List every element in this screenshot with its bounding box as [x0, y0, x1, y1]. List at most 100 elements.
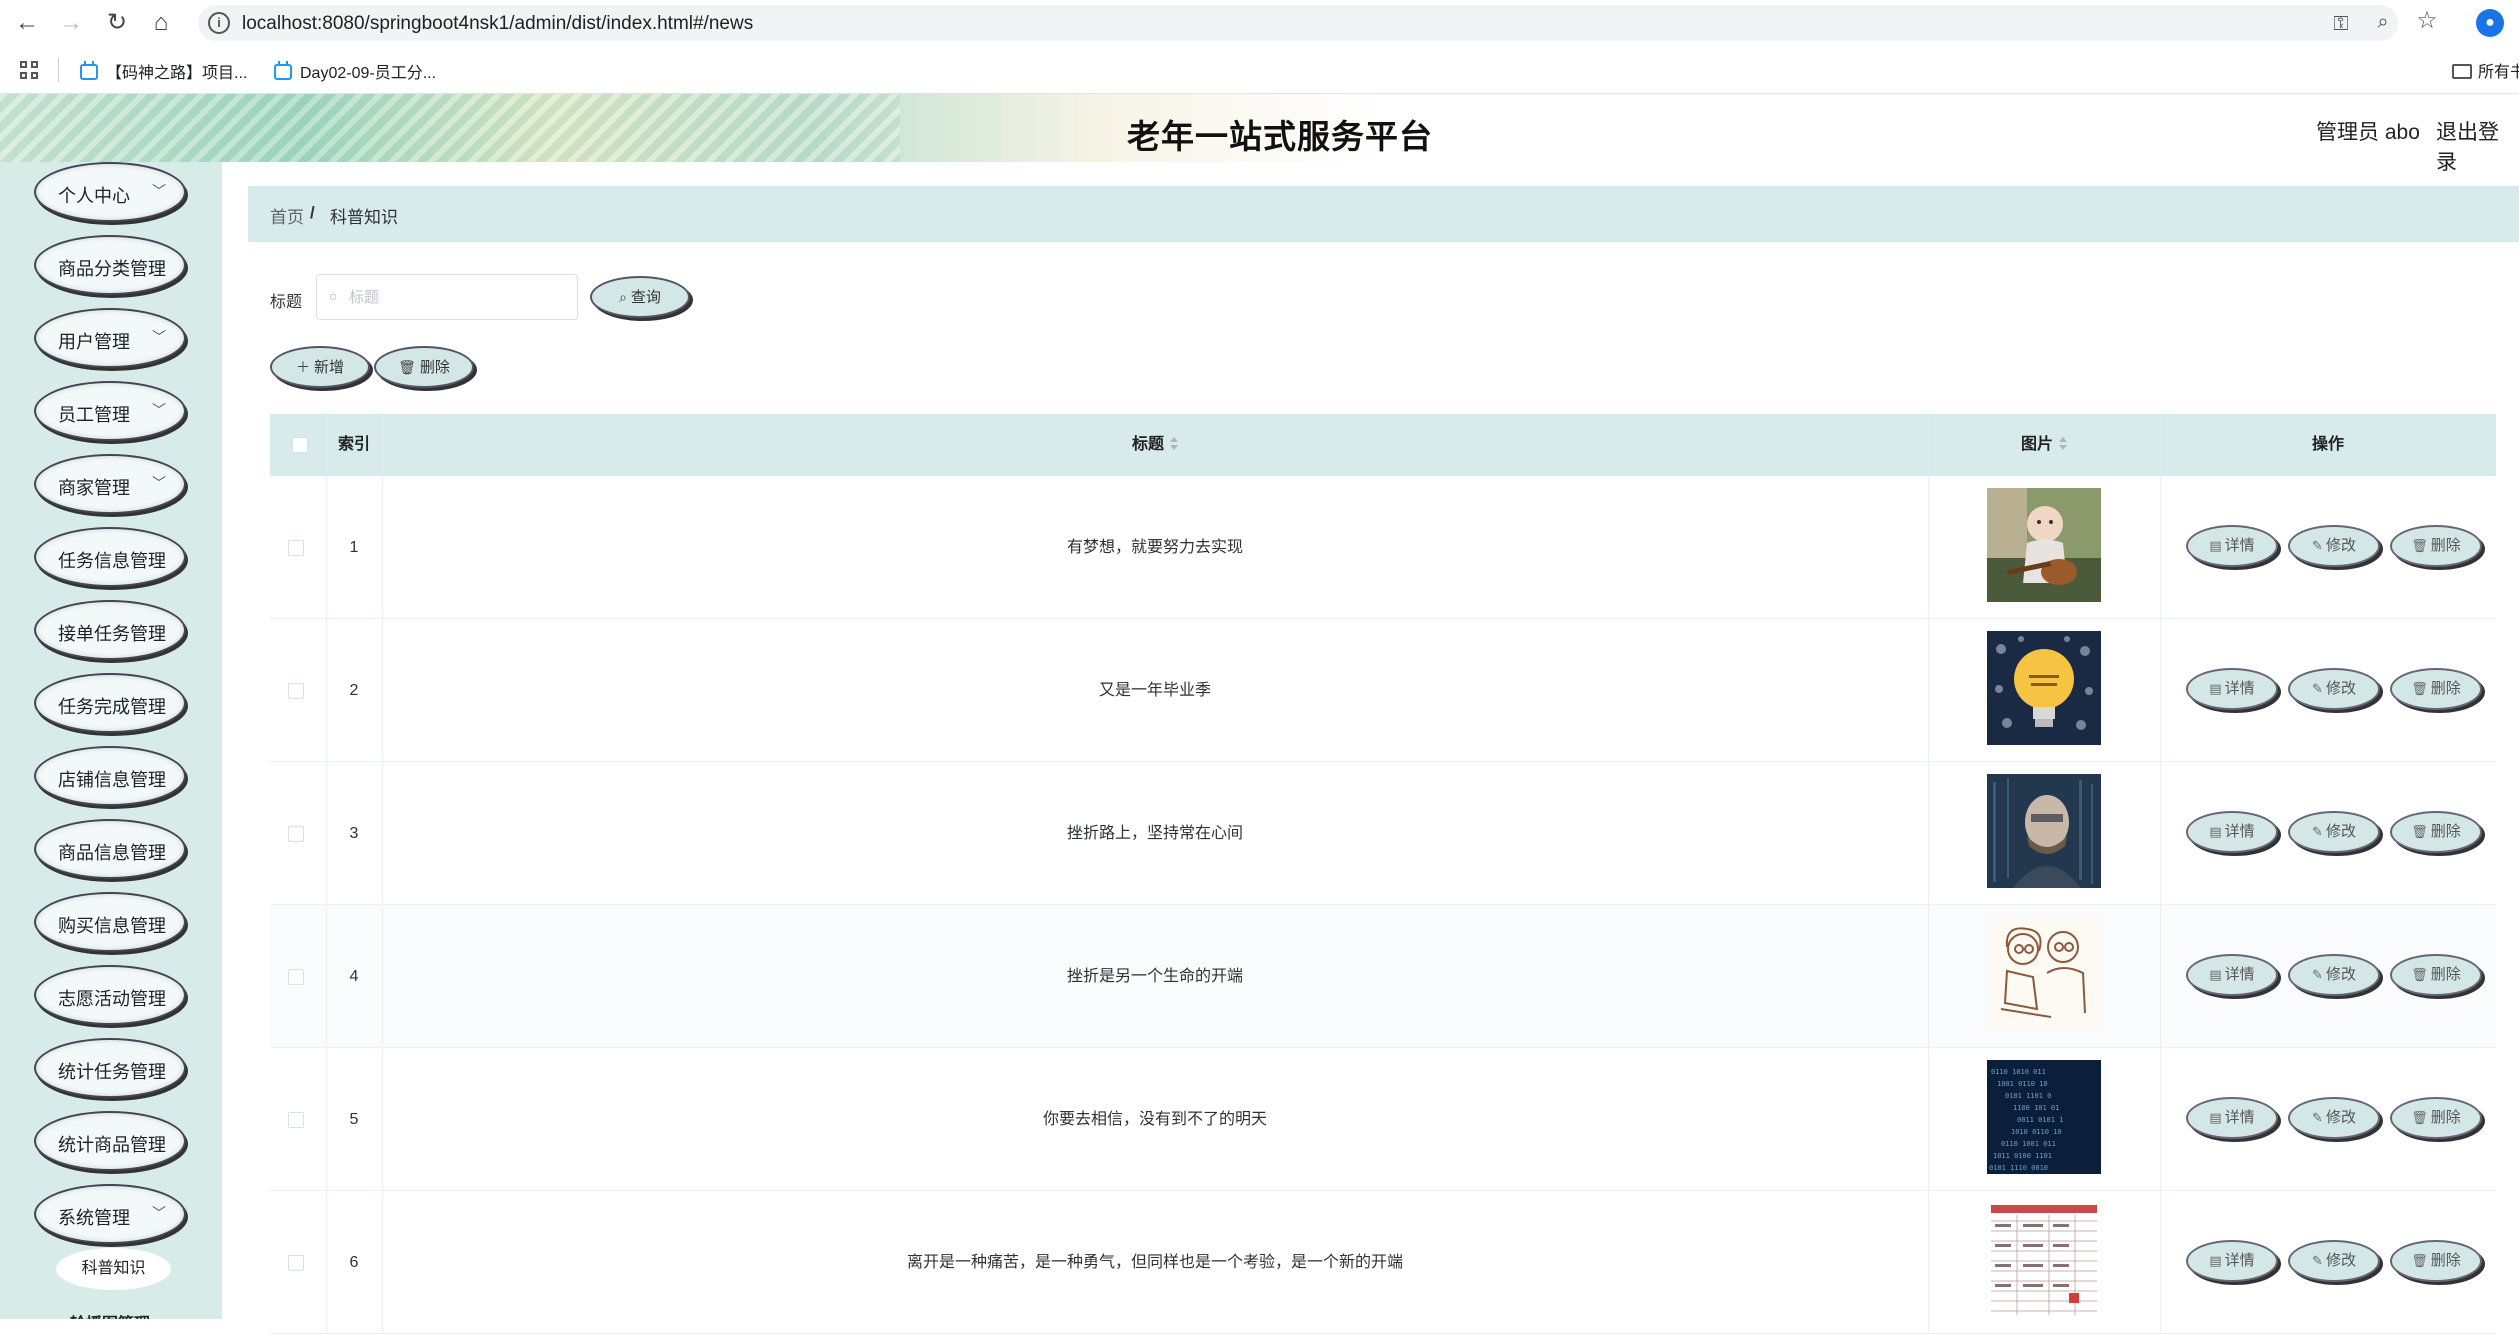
forward-icon[interactable]: → [56, 8, 86, 38]
edit-button[interactable]: ✎ 修改 [2288, 1240, 2380, 1282]
sidebar-item-system[interactable]: 系统管理 ﹀ [34, 1184, 186, 1244]
sidebar-item-task-complete[interactable]: 任务完成管理 [34, 673, 186, 733]
svg-text:1010 0110 10: 1010 0110 10 [2011, 1128, 2062, 1136]
column-header-image[interactable]: 图片 [1928, 414, 2160, 476]
binary-code-image[interactable]: 0110 1010 011 1001 0110 10 0101 1101 0 110… [1987, 1060, 2101, 1174]
sort-icon[interactable] [1170, 437, 1178, 451]
edit-button[interactable]: ✎ 修改 [2288, 811, 2380, 853]
sidebar-subitem-carousel[interactable]: 轮播图管理 [70, 1310, 150, 1319]
row-title: 挫折是另一个生命的开端 [1066, 968, 1243, 985]
delete-button[interactable]: 🗑 删除 [2390, 811, 2482, 853]
delete-button[interactable]: 🗑 删除 [2390, 954, 2482, 996]
url-text[interactable]: localhost:8080/springboot4nsk1/admin/dis… [242, 13, 753, 35]
row-checkbox[interactable] [288, 540, 304, 556]
breadcrumb-home[interactable]: 首页 [270, 203, 304, 228]
delete-button[interactable]: 🗑 删除 [2390, 668, 2482, 710]
column-divider [1928, 762, 1929, 904]
delete-label: 删除 [2430, 1252, 2461, 1269]
sidebar-item-task-info[interactable]: 任务信息管理 [34, 527, 186, 587]
detail-button[interactable]: ▤ 详情 [2186, 1097, 2278, 1139]
lightbulb-image[interactable] [1987, 631, 2101, 745]
sidebar-item-label: 个人中心 [58, 186, 130, 206]
pencil-icon: ✎ [2312, 967, 2323, 982]
sort-icon[interactable] [2059, 437, 2067, 451]
sidebar-item-stat-product[interactable]: 统计商品管理 [34, 1111, 186, 1171]
column-divider [1928, 476, 1929, 618]
edit-button[interactable]: ✎ 修改 [2288, 668, 2380, 710]
home-icon[interactable]: ⌂ [146, 8, 176, 38]
breadcrumb: 首页 / 科普知识 [248, 186, 2519, 242]
sidebar-item-task-accept[interactable]: 接单任务管理 [34, 600, 186, 660]
bookmark-item[interactable]: Day02-09-员工分... [274, 59, 436, 83]
row-index: 1 [349, 539, 359, 556]
reload-icon[interactable]: ↻ [102, 8, 132, 38]
sidebar-item-category[interactable]: 商品分类管理 [34, 235, 186, 295]
select-all-checkbox[interactable] [292, 437, 308, 453]
sidebar-item-product-info[interactable]: 商品信息管理 [34, 819, 186, 879]
man-computer-image[interactable] [1987, 774, 2101, 888]
query-button[interactable]: ⌕ 查询 [590, 276, 690, 318]
edit-button[interactable]: ✎ 修改 [2288, 1097, 2380, 1139]
edit-label: 修改 [2325, 537, 2356, 554]
couple-sketch-image[interactable] [1987, 917, 2101, 1031]
zoom-icon[interactable]: ⌕ [2370, 11, 2396, 34]
data-sheet-image[interactable] [1987, 1203, 2101, 1317]
bulk-delete-button[interactable]: 🗑 删除 [374, 346, 474, 388]
chevron-down-icon: ﹀ [152, 402, 166, 418]
delete-button[interactable]: 🗑 删除 [2390, 525, 2482, 567]
pencil-icon: ✎ [2312, 1110, 2323, 1125]
detail-button[interactable]: ▤ 详情 [2186, 525, 2278, 567]
search-input[interactable] [349, 285, 569, 309]
chevron-down-icon: ﹀ [152, 475, 166, 491]
row-checkbox[interactable] [288, 826, 304, 842]
sidebar-subitem-science[interactable]: 科普知识 [56, 1248, 171, 1290]
profile-avatar-icon[interactable]: ● [2476, 9, 2504, 37]
star-icon[interactable]: ☆ [2414, 6, 2440, 35]
svg-text:0110 1001 011: 0110 1001 011 [2001, 1140, 2056, 1148]
detail-label: 详情 [2224, 823, 2255, 840]
add-button-label: 新增 [313, 359, 344, 376]
table-row: 4 挫折是另一个生命的开端 ▤ 详情 ✎ 修改 🗑 删除 [270, 905, 2496, 1048]
detail-button[interactable]: ▤ 详情 [2186, 668, 2278, 710]
delete-button[interactable]: 🗑 删除 [2390, 1240, 2482, 1282]
sidebar-item-merchants[interactable]: 商家管理 ﹀ [34, 454, 186, 514]
trash-icon: 🗑 [2411, 824, 2428, 839]
detail-button[interactable]: ▤ 详情 [2186, 1240, 2278, 1282]
add-button[interactable]: ＋新增 [270, 346, 370, 388]
chevron-down-icon: ﹀ [152, 183, 166, 199]
row-checkbox[interactable] [288, 1255, 304, 1271]
address-bar[interactable]: i localhost:8080/springboot4nsk1/admin/d… [198, 5, 2398, 41]
detail-button[interactable]: ▤ 详情 [2186, 811, 2278, 853]
site-info-icon[interactable]: i [208, 12, 230, 34]
back-icon[interactable]: ← [12, 8, 42, 38]
delete-label: 删除 [2430, 537, 2461, 554]
row-checkbox[interactable] [288, 969, 304, 985]
bookmark-item[interactable]: 【码神之路】项目... [80, 59, 247, 83]
sidebar-item-shop-info[interactable]: 店铺信息管理 [34, 746, 186, 806]
delete-button[interactable]: 🗑 删除 [2390, 1097, 2482, 1139]
search-field[interactable]: ○ [316, 274, 578, 320]
sidebar-item-users[interactable]: 用户管理 ﹀ [34, 308, 186, 368]
baby-guitar-image[interactable] [1987, 488, 2101, 602]
sidebar-item-personal-center[interactable]: 个人中心 ﹀ [34, 162, 186, 222]
edit-button[interactable]: ✎ 修改 [2288, 525, 2380, 567]
sidebar-item-stat-task[interactable]: 统计任务管理 [34, 1038, 186, 1098]
key-icon[interactable]: ⚿ [2328, 13, 2354, 36]
sidebar-item-label: 店铺信息管理 [58, 770, 166, 790]
detail-label: 详情 [2224, 1252, 2255, 1269]
breadcrumb-current: 科普知识 [330, 208, 398, 227]
logout-link[interactable]: 退出登录 [2436, 116, 2519, 176]
detail-button[interactable]: ▤ 详情 [2186, 954, 2278, 996]
row-checkbox[interactable] [288, 1112, 304, 1128]
sidebar-item-volunteer[interactable]: 志愿活动管理 [34, 965, 186, 1025]
column-header-title[interactable]: 标题 [382, 414, 1928, 476]
svg-text:1011 0100 1101: 1011 0100 1101 [1993, 1152, 2052, 1160]
trash-icon: 🗑 [2411, 681, 2428, 696]
sidebar-item-staff[interactable]: 员工管理 ﹀ [34, 381, 186, 441]
sidebar-item-purchase-info[interactable]: 购买信息管理 [34, 892, 186, 952]
apps-grid-icon[interactable] [20, 61, 40, 81]
sidebar-item-label: 统计商品管理 [58, 1135, 166, 1155]
all-bookmarks-folder[interactable]: 所有书 [2452, 58, 2519, 82]
edit-button[interactable]: ✎ 修改 [2288, 954, 2380, 996]
row-checkbox[interactable] [288, 683, 304, 699]
